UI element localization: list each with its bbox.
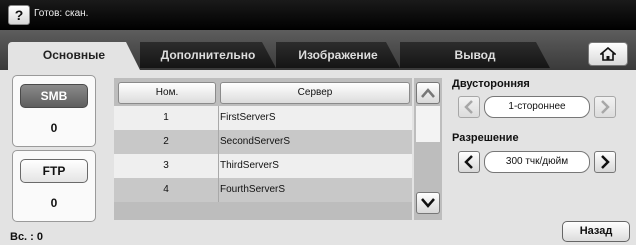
column-divider (218, 130, 219, 154)
chevron-right-icon (601, 100, 610, 114)
row-number: 2 (163, 136, 169, 147)
home-button[interactable] (588, 42, 628, 66)
row-number: 3 (163, 160, 169, 171)
resolution-next-button[interactable] (594, 151, 616, 173)
column-divider (218, 154, 219, 178)
table-row[interactable]: 2 SecondServerS (114, 130, 412, 154)
row-server: FirstServerS (220, 112, 276, 123)
duplex-label: Двусторонняя (452, 78, 530, 90)
smb-panel: SMB 0 (12, 75, 96, 147)
table-row[interactable]: 3 ThirdServerS (114, 154, 412, 178)
column-header-number[interactable]: Ном. (118, 82, 216, 104)
ftp-button[interactable]: FTP (20, 159, 88, 183)
resolution-label: Разрешение (452, 132, 519, 144)
chevron-left-icon (464, 155, 473, 169)
tab-basic[interactable]: Основные (8, 42, 140, 70)
tab-image[interactable]: Изображение (276, 42, 400, 68)
duplex-prev-button[interactable] (458, 96, 480, 118)
total-count: Вс. : 0 (10, 231, 44, 243)
chevron-right-icon (601, 155, 610, 169)
status-text: Готов: скан. (34, 8, 89, 19)
table-row[interactable]: 1 FirstServerS (114, 106, 412, 130)
back-button[interactable]: Назад (562, 221, 630, 242)
status-bar (0, 0, 636, 30)
table-row[interactable]: 4 FourthServerS (114, 178, 412, 202)
home-icon (598, 46, 618, 61)
ftp-panel: FTP 0 (12, 150, 96, 222)
row-number: 1 (163, 112, 169, 123)
resolution-prev-button[interactable] (458, 151, 480, 173)
tab-advanced[interactable]: Дополнительно (140, 42, 276, 68)
smb-count: 0 (50, 121, 58, 135)
help-button[interactable]: ? (8, 5, 30, 25)
row-number: 4 (163, 184, 169, 195)
scroll-thumb[interactable] (416, 106, 440, 142)
chevron-up-icon (421, 88, 435, 98)
row-server: ThirdServerS (220, 160, 279, 171)
chevron-down-icon (421, 198, 435, 208)
smb-button[interactable]: SMB (20, 84, 88, 108)
tab-output[interactable]: Вывод (400, 42, 550, 68)
duplex-value: 1-стороннее (484, 96, 590, 118)
duplex-next-button[interactable] (594, 96, 616, 118)
column-divider (218, 178, 219, 202)
row-server: SecondServerS (220, 136, 291, 147)
column-divider (218, 106, 219, 130)
scroll-up-button[interactable] (416, 82, 440, 104)
resolution-value: 300 тчк/дюйм (484, 151, 590, 173)
ftp-count: 0 (50, 196, 58, 210)
chevron-left-icon (464, 100, 473, 114)
scroll-down-button[interactable] (416, 192, 440, 214)
row-server: FourthServerS (220, 184, 286, 195)
column-header-server[interactable]: Сервер (220, 82, 410, 104)
